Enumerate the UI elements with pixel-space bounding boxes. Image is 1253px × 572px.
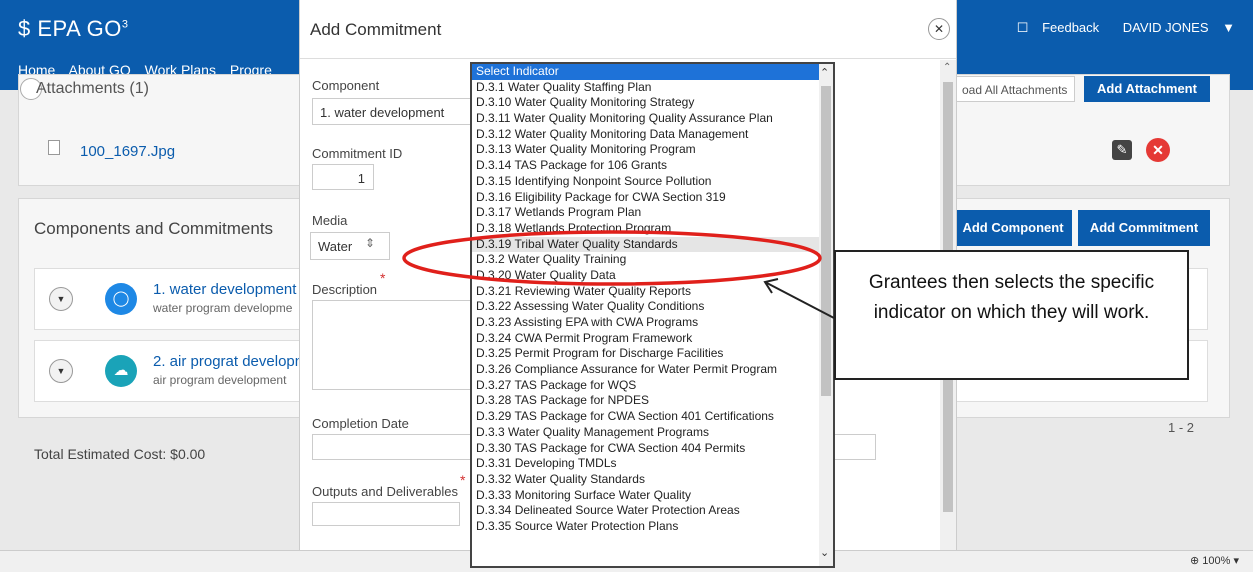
indicator-option[interactable]: D.3.20 Water Quality Data: [472, 268, 819, 284]
indicator-option[interactable]: D.3.13 Water Quality Monitoring Program: [472, 142, 819, 158]
required-marker: *: [380, 270, 386, 286]
add-commitment-button[interactable]: Add Commitment: [1078, 210, 1210, 246]
attachment-file-link[interactable]: 100_1697.Jpg: [80, 143, 175, 160]
media-select[interactable]: Water ⇕: [310, 232, 390, 260]
add-attachment-button[interactable]: Add Attachment: [1084, 76, 1210, 102]
component-select[interactable]: 1. water development: [312, 98, 472, 125]
scroll-up-icon[interactable]: ⌃: [820, 66, 829, 79]
water-drop-icon: ◯: [105, 283, 137, 315]
outputs-label: Outputs and Deliverables: [312, 484, 458, 499]
chat-icon: ☐: [1016, 20, 1029, 35]
indicator-option[interactable]: D.3.10 Water Quality Monitoring Strategy: [472, 95, 819, 111]
scroll-down-icon[interactable]: ⌄: [820, 546, 829, 559]
indicator-option[interactable]: D.3.11 Water Quality Monitoring Quality …: [472, 111, 819, 127]
indicator-option[interactable]: D.3.22 Assessing Water Quality Condition…: [472, 299, 819, 315]
completion-date-label: Completion Date: [312, 416, 409, 431]
caret-down-icon: ▼: [1222, 20, 1235, 35]
component-description: water program developme: [153, 301, 293, 315]
delete-icon[interactable]: ✕: [1146, 138, 1170, 162]
indicator-option[interactable]: D.3.19 Tribal Water Quality Standards: [472, 236, 819, 253]
indicator-option[interactable]: D.3.30 TAS Package for CWA Section 404 P…: [472, 441, 819, 457]
component-name[interactable]: 2. air prograt developn: [153, 353, 303, 370]
indicator-option[interactable]: D.3.34 Delineated Source Water Protectio…: [472, 503, 819, 519]
zoom-control[interactable]: ⊕ 100% ▾: [1190, 554, 1239, 567]
media-value: Water: [318, 239, 353, 254]
expand-icon[interactable]: ▼: [49, 287, 73, 311]
components-title: Components and Commitments: [34, 219, 274, 238]
indicator-option[interactable]: D.3.27 TAS Package for WQS: [472, 378, 819, 394]
file-icon: [48, 140, 60, 155]
indicator-option[interactable]: D.3.26 Compliance Assurance for Water Pe…: [472, 362, 819, 378]
download-all-attachments-button[interactable]: oad All Attachments: [955, 76, 1075, 102]
attachments-title: Attachments (1): [36, 80, 149, 97]
indicator-dropdown-list[interactable]: Select Indicator D.3.1 Water Quality Staf…: [470, 62, 835, 568]
indicator-option[interactable]: D.3.16 Eligibility Package for CWA Secti…: [472, 190, 819, 206]
zoom-icon: ⊕: [1190, 555, 1200, 567]
epa-go-logo[interactable]: $ EPA GO3: [18, 16, 129, 42]
component-description: air program development: [153, 373, 287, 387]
expand-icon[interactable]: ▼: [49, 359, 73, 383]
total-estimated-cost: Total Estimated Cost: $0.00: [34, 446, 206, 462]
indicator-option[interactable]: D.3.23 Assisting EPA with CWA Programs: [472, 315, 819, 331]
scroll-thumb[interactable]: [821, 86, 831, 396]
pagination-info: 1 - 2: [1168, 420, 1195, 435]
indicator-option[interactable]: Select Indicator: [472, 64, 819, 80]
indicator-option[interactable]: D.3.25 Permit Program for Discharge Faci…: [472, 346, 819, 362]
indicator-option[interactable]: D.3.1 Water Quality Staffing Plan: [472, 80, 819, 96]
description-label: Description: [312, 282, 378, 297]
feedback-link[interactable]: ☐ Feedback: [1007, 20, 1099, 35]
indicator-option[interactable]: D.3.32 Water Quality Standards: [472, 472, 819, 488]
add-component-button[interactable]: Add Component: [954, 210, 1072, 246]
edit-icon[interactable]: ✎: [1112, 140, 1132, 160]
indicator-option[interactable]: D.3.31 Developing TMDLs: [472, 456, 819, 472]
commitment-id-label: Commitment ID: [312, 146, 403, 161]
indicator-option[interactable]: D.3.17 Wetlands Program Plan: [472, 205, 819, 221]
indicator-option[interactable]: D.3.35 Source Water Protection Plans: [472, 519, 819, 535]
description-textarea[interactable]: [312, 300, 472, 390]
scroll-up-icon[interactable]: ⌃: [943, 62, 951, 73]
dropdown-scrollbar[interactable]: ⌃ ⌄: [819, 64, 833, 566]
indicator-option[interactable]: D.3.12 Water Quality Monitoring Data Man…: [472, 127, 819, 143]
annotation-callout: Grantees then selects the specific indic…: [834, 250, 1189, 380]
indicator-option[interactable]: D.3.2 Water Quality Training: [472, 252, 819, 268]
user-area: ☐ Feedback DAVID JONES ▼: [997, 20, 1235, 36]
select-arrows-icon: ⇕: [365, 236, 376, 250]
commitment-id-field[interactable]: 1: [312, 164, 374, 190]
component-label: Component: [312, 78, 380, 93]
indicator-option[interactable]: D.3.29 TAS Package for CWA Section 401 C…: [472, 409, 819, 425]
indicator-option[interactable]: D.3.3 Water Quality Management Programs: [472, 425, 819, 441]
media-label: Media: [312, 213, 348, 228]
close-icon[interactable]: ✕: [928, 18, 950, 40]
indicator-option[interactable]: D.3.14 TAS Package for 106 Grants: [472, 158, 819, 174]
indicator-options: Select Indicator D.3.1 Water Quality Staf…: [472, 64, 819, 535]
cloud-icon: ☁: [105, 355, 137, 387]
indicator-option[interactable]: D.3.33 Monitoring Surface Water Quality: [472, 488, 819, 504]
feedback-label: Feedback: [1042, 20, 1100, 35]
indicator-option[interactable]: D.3.18 Wetlands Protection Program: [472, 221, 819, 237]
indicator-option[interactable]: D.3.24 CWA Permit Program Framework: [472, 331, 819, 347]
user-name: DAVID JONES: [1122, 20, 1209, 35]
zoom-level: 100%: [1202, 555, 1231, 567]
modal-divider: [300, 58, 956, 59]
outputs-field[interactable]: [312, 502, 460, 526]
modal-title: Add Commitment: [310, 20, 442, 39]
user-menu[interactable]: DAVID JONES ▼: [1113, 20, 1235, 35]
required-marker: *: [460, 472, 466, 488]
indicator-option[interactable]: D.3.15 Identifying Nonpoint Source Pollu…: [472, 174, 819, 190]
component-name[interactable]: 1. water development: [153, 281, 296, 298]
indicator-option[interactable]: D.3.21 Reviewing Water Quality Reports: [472, 284, 819, 300]
indicator-option[interactable]: D.3.28 TAS Package for NPDES: [472, 393, 819, 409]
